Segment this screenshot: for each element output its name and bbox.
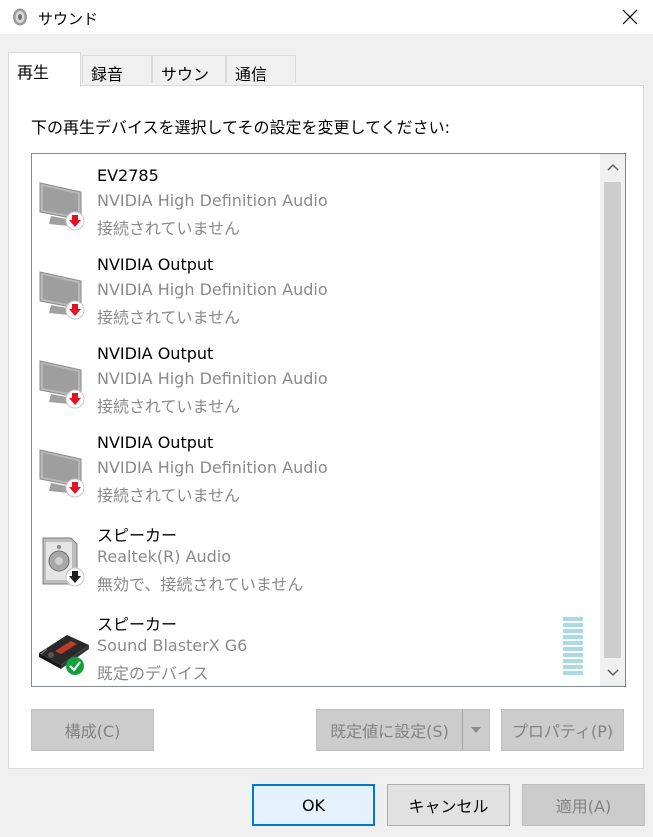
disconnected-badge-icon xyxy=(65,389,85,409)
apply-button[interactable]: 適用(A) xyxy=(522,784,645,826)
device-item[interactable]: NVIDIA Output NVIDIA High Definition Aud… xyxy=(32,421,598,509)
chevron-down-icon xyxy=(471,727,481,733)
window-title: サウンド xyxy=(38,10,99,28)
scroll-down-button[interactable] xyxy=(600,660,625,686)
title-bar: サウンド xyxy=(0,0,653,34)
tab-communications[interactable]: 通信 xyxy=(226,55,296,84)
disconnected-badge-icon xyxy=(65,211,85,231)
instruction-text: 下の再生デバイスを選択してその設定を変更してください: xyxy=(31,118,450,137)
disconnected-badge-icon xyxy=(65,478,85,498)
device-item[interactable]: EV2785 NVIDIA High Definition Audio 接続され… xyxy=(32,154,598,242)
disconnected-badge-icon xyxy=(65,300,85,320)
disabled-badge-icon xyxy=(65,567,85,587)
tab-recording[interactable]: 録音 xyxy=(82,55,152,84)
ok-button[interactable]: OK xyxy=(252,784,375,826)
default-check-icon xyxy=(66,657,84,675)
properties-button[interactable]: プロパティ(P) xyxy=(501,709,624,751)
tab-panel: 下の再生デバイスを選択してその設定を変更してください: EV2785 NVIDI… xyxy=(8,85,644,769)
scroll-up-button[interactable] xyxy=(600,154,625,180)
device-list-scrollbar[interactable] xyxy=(600,154,625,686)
cancel-button[interactable]: キャンセル xyxy=(387,784,510,826)
close-icon xyxy=(622,9,638,25)
device-list[interactable]: EV2785 NVIDIA High Definition Audio 接続され… xyxy=(31,153,626,687)
volume-meter xyxy=(563,617,583,677)
scroll-thumb[interactable] xyxy=(604,182,621,658)
tab-sounds[interactable]: サウンド xyxy=(152,55,226,108)
chevron-up-icon xyxy=(606,163,619,171)
device-item[interactable]: NVIDIA Output NVIDIA High Definition Aud… xyxy=(32,243,598,331)
device-item[interactable]: NVIDIA Output NVIDIA High Definition Aud… xyxy=(32,332,598,420)
speaker-app-icon xyxy=(13,8,27,26)
device-item[interactable]: スピーカー Sound BlasterX G6 既定のデバイス xyxy=(32,599,598,686)
device-item[interactable]: スピーカー Realtek(R) Audio 無効で、接続されていません xyxy=(32,510,598,598)
close-button[interactable] xyxy=(607,0,653,34)
configure-button[interactable]: 構成(C) xyxy=(31,709,154,751)
set-default-button[interactable]: 既定値に設定(S) xyxy=(316,709,463,751)
set-default-dropdown-button[interactable] xyxy=(462,709,490,751)
chevron-down-icon xyxy=(606,669,619,677)
tab-playback[interactable]: 再生 xyxy=(8,52,81,87)
